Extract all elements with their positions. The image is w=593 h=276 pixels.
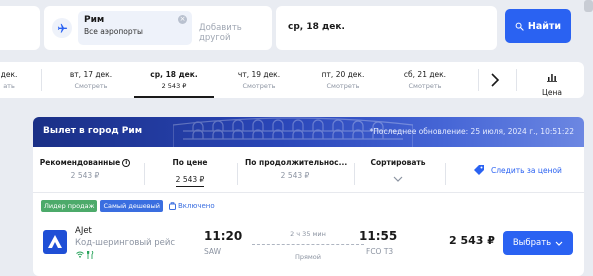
destination-field[interactable]: Рим Все аэропорты × Добавить другой	[44, 6, 272, 50]
divider	[445, 163, 446, 185]
airline-name: AJet	[75, 226, 92, 236]
date-tab-20[interactable]: пт, 20 дек. Смотреть	[310, 62, 376, 98]
search-icon	[515, 22, 524, 31]
divider	[33, 192, 584, 193]
results-banner: Вылет в город Рим *Последнее обновление:…	[33, 117, 584, 147]
divider	[516, 69, 517, 91]
select-button[interactable]: Выбрать	[503, 231, 573, 255]
route-line	[252, 241, 364, 249]
included-label: Включено	[177, 202, 215, 210]
airline-logo-icon	[43, 230, 67, 254]
results-title: Вылет в город Рим	[43, 126, 143, 136]
destination-city: Рим	[84, 15, 105, 25]
date-selector: дек. ать вт, 17 дек. Смотреть ср, 18 дек…	[0, 62, 584, 98]
tab-price: 2 543 ₽	[280, 171, 310, 180]
date-tab-prev[interactable]: дек. ать	[0, 62, 26, 98]
tab-by-price[interactable]: По цене 2 543 ₽	[155, 153, 225, 191]
arrival-airport: FCO T3	[366, 247, 394, 256]
remove-destination-icon[interactable]: ×	[178, 15, 187, 24]
badge-cheapest: Самый дешевый	[100, 200, 163, 212]
amenities	[76, 251, 94, 259]
divider	[354, 163, 355, 185]
tab-label: По продолжительнос...	[245, 158, 348, 167]
results-card: Вылет в город Рим *Последнее обновление:…	[33, 117, 584, 276]
select-button-label: Выбрать	[512, 238, 552, 248]
origin-field[interactable]	[0, 6, 40, 50]
date-tab-label: пт, 20 дек.	[321, 70, 365, 79]
tab-label: Рекомендованные	[39, 158, 121, 167]
date-tab-label: чт, 19 дек.	[237, 70, 281, 79]
tab-price: 2 543 ₽	[175, 175, 205, 187]
codeshare-label: Код-шеринговый рейс	[75, 238, 176, 248]
badge-bestseller: Лидер продаж	[41, 200, 98, 212]
destination-chip[interactable]: Рим Все аэропорты ×	[78, 11, 192, 45]
wifi-icon	[76, 251, 84, 258]
price-chart-label: Цена	[542, 88, 562, 97]
flight-duration: 2 ч 35 мин	[290, 230, 326, 238]
departure-time: 11:20	[204, 229, 243, 243]
included-baggage[interactable]: Включено	[168, 202, 215, 210]
date-value: ср, 18 дек.	[288, 22, 345, 32]
search-bar: Рим Все аэропорты × Добавить другой ср, …	[0, 0, 593, 54]
chevron-down-icon	[393, 176, 403, 182]
arrival-time: 11:55	[359, 229, 398, 243]
flight-route: 2 ч 35 мин Прямой	[248, 230, 368, 261]
last-update-note: *Последнее обновление: 25 июля, 2024 г.,…	[369, 127, 575, 136]
sort-dropdown[interactable]: Сортировать	[361, 153, 435, 191]
date-tab-sub: Смотреть	[408, 82, 442, 90]
chevron-right-icon[interactable]	[482, 62, 508, 98]
follow-price-button[interactable]: Следить за ценой	[473, 164, 562, 176]
date-tab-label: дек.	[0, 70, 18, 79]
scrollbar-handle[interactable]	[584, 0, 593, 12]
date-tab-sub: Смотреть	[74, 82, 108, 90]
date-tab-label: вт, 17 дек.	[69, 70, 113, 79]
tab-recommended[interactable]: Рекомендованные i 2 543 ₽	[39, 153, 131, 191]
find-button-label: Найти	[527, 20, 562, 32]
sort-label: Сортировать	[370, 158, 426, 167]
add-other-input[interactable]: Добавить другой	[199, 23, 272, 43]
destination-airports: Все аэропорты	[84, 27, 143, 36]
date-tab-label: сб, 21 дек.	[403, 70, 447, 79]
price-chart-button[interactable]: Цена	[532, 67, 572, 97]
date-tab-21[interactable]: сб, 21 дек. Смотреть	[392, 62, 458, 98]
tab-label: По цене	[172, 158, 208, 167]
bar-chart-icon	[547, 74, 557, 82]
flight-badges: Лидер продаж Самый дешевый Включено	[41, 200, 215, 212]
date-field[interactable]: ср, 18 дек.	[276, 6, 497, 50]
food-icon	[87, 251, 94, 259]
date-tab-sub: 2 543 ₽	[161, 82, 187, 90]
divider	[144, 163, 145, 185]
date-tab-19[interactable]: чт, 19 дек. Смотреть	[226, 62, 292, 98]
flight-price: 2 543 ₽	[449, 234, 495, 247]
date-tab-sub: ать	[3, 82, 15, 90]
find-button[interactable]: Найти	[505, 9, 571, 43]
date-tab-18[interactable]: ср, 18 дек. 2 543 ₽	[134, 62, 214, 98]
flight-stops: Прямой	[294, 253, 322, 261]
divider	[41, 69, 42, 91]
tab-by-duration[interactable]: По продолжительнос... 2 543 ₽	[245, 153, 348, 191]
divider	[478, 69, 479, 91]
date-tab-17[interactable]: вт, 17 дек. Смотреть	[58, 62, 124, 98]
price-tag-icon	[474, 165, 484, 175]
follow-price-label: Следить за ценой	[491, 165, 562, 175]
plane-icon[interactable]	[52, 18, 72, 38]
date-tab-sub: Смотреть	[326, 82, 360, 90]
date-tab-label: ср, 18 дек.	[150, 70, 198, 79]
tab-price: 2 543 ₽	[70, 171, 100, 180]
divider	[237, 163, 238, 185]
departure-airport: SAW	[204, 247, 222, 256]
chevron-down-icon	[555, 241, 563, 246]
bag-icon	[168, 202, 176, 210]
date-tab-sub: Смотреть	[242, 82, 276, 90]
info-icon[interactable]: i	[122, 159, 131, 167]
